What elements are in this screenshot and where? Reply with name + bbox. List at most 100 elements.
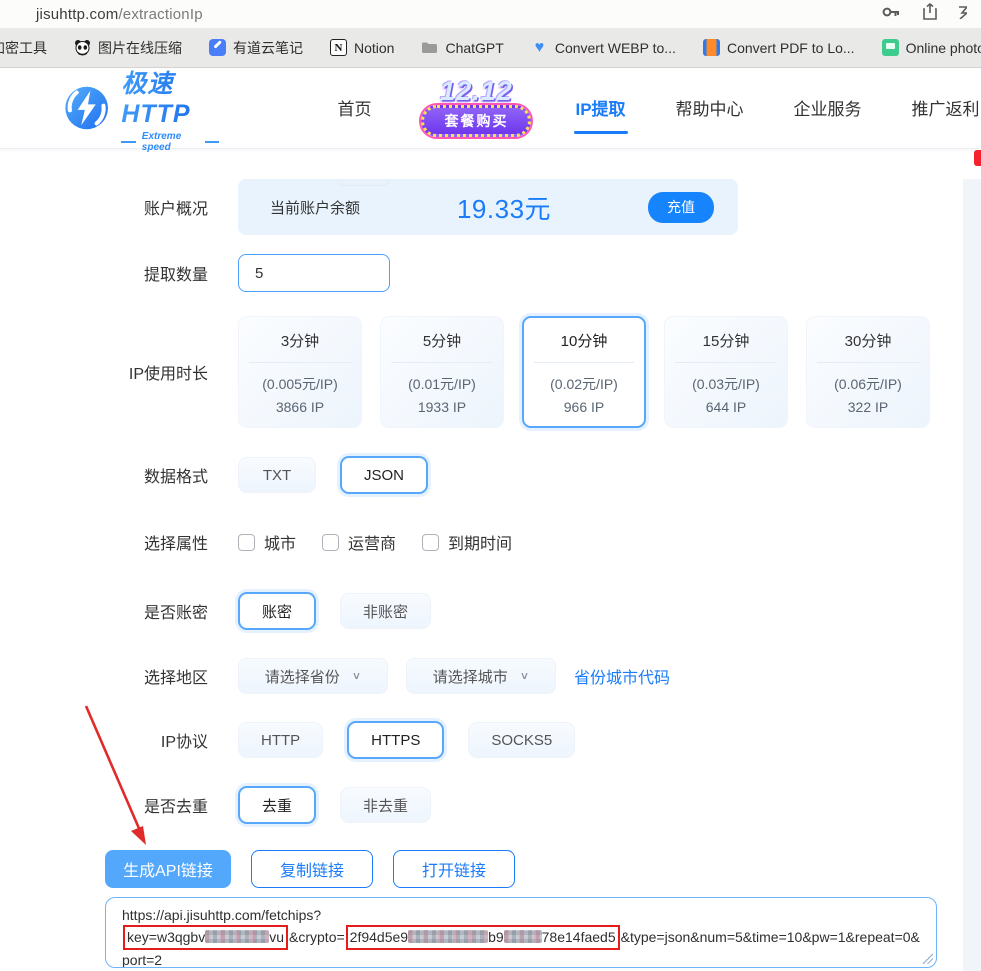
bookmark-label: ChatGPT bbox=[445, 39, 504, 56]
duration-option-10min-selected[interactable]: 10分钟 (0.02元/IP) 966 IP bbox=[522, 316, 646, 428]
format-option-json-selected[interactable]: JSON bbox=[340, 456, 429, 494]
nav-referral[interactable]: 推广返利 bbox=[912, 95, 980, 120]
bookmark-item[interactable]: N Notion bbox=[330, 39, 394, 56]
extraction-form: 账户概况 当前账户余额 19.33元 充值 提取数量 IP使用时长 3分钟 bbox=[0, 179, 981, 971]
bookmark-label: 有道云笔记 bbox=[233, 39, 303, 56]
attribute-checkbox-isp[interactable]: 运营商 bbox=[322, 530, 396, 554]
recharge-button[interactable]: 充值 bbox=[648, 191, 714, 223]
account-panel: 当前账户余额 19.33元 充值 bbox=[238, 179, 738, 235]
format-label: 数据格式 bbox=[143, 469, 208, 486]
balance-label: 当前账户余额 bbox=[270, 199, 361, 217]
province-city-code-link[interactable]: 省份城市代码 bbox=[574, 664, 670, 688]
pixelated-redaction bbox=[205, 930, 270, 944]
balance-value: 19.33元 bbox=[456, 193, 552, 224]
redacted-key-box: key=w3qgbv vu bbox=[123, 925, 289, 950]
dedupe-option-no[interactable]: 非去重 bbox=[340, 787, 432, 823]
url-host: jisuhttp.com bbox=[36, 5, 119, 23]
protocol-label: IP协议 bbox=[160, 734, 208, 751]
bookmark-label: 加密工具 bbox=[0, 39, 47, 56]
site-logo[interactable]: 极速HTTP Extreme speed bbox=[64, 64, 220, 153]
panda-icon bbox=[74, 39, 91, 56]
duration-option-5min[interactable]: 5分钟 (0.01元/IP) 1933 IP bbox=[380, 316, 504, 428]
redacted-crypto-box: 2f94d5e9 b9 78e14faed5 bbox=[345, 925, 620, 950]
attribute-checkbox-city[interactable]: 城市 bbox=[238, 530, 296, 554]
nav-home[interactable]: 首页 bbox=[337, 95, 371, 120]
api-url-line1: https://api.jisuhttp.com/fetchips? bbox=[122, 907, 322, 923]
protocol-option-http[interactable]: HTTP bbox=[238, 722, 324, 758]
duration-option-30min[interactable]: 30分钟 (0.06元/IP) 322 IP bbox=[806, 316, 930, 428]
bookmark-item[interactable]: 加密工具 bbox=[0, 38, 47, 58]
browser-url-bar[interactable]: jisuhttp.com/extractionIp bbox=[0, 0, 981, 28]
protocol-option-https-selected[interactable]: HTTPS bbox=[347, 721, 445, 759]
attributes-label: 选择属性 bbox=[143, 536, 208, 553]
bookmark-item[interactable]: Convert PDF to Lo... bbox=[702, 39, 855, 56]
format-option-txt[interactable]: TXT bbox=[238, 457, 316, 493]
key-icon[interactable] bbox=[882, 5, 901, 23]
bookmark-item[interactable]: 有道云笔记 bbox=[209, 38, 303, 58]
auth-label: 是否账密 bbox=[143, 605, 208, 622]
url-text[interactable]: jisuhttp.com/extractionIp bbox=[36, 6, 203, 23]
copy-link-button[interactable]: 复制链接 bbox=[251, 850, 373, 888]
open-link-button[interactable]: 打开链接 bbox=[393, 850, 515, 888]
pixelated-redaction bbox=[408, 930, 489, 944]
resize-handle-icon[interactable] bbox=[922, 953, 933, 964]
duration-option-15min[interactable]: 15分钟 (0.03元/IP) 644 IP bbox=[664, 316, 788, 428]
quantity-label: 提取数量 bbox=[143, 267, 208, 284]
nav-ip-extract[interactable]: IP提取 bbox=[575, 95, 625, 120]
pixelated-redaction bbox=[503, 930, 542, 944]
chevron-down-icon: ∨ bbox=[351, 669, 362, 682]
main-nav: 首页 12.12 套餐购买 IP提取 帮助中心 企业服务 推广返利 bbox=[337, 75, 981, 140]
bookmark-label: 图片在线压缩 bbox=[98, 39, 182, 56]
photo-icon bbox=[881, 39, 899, 56]
share-icon[interactable] bbox=[923, 2, 937, 25]
generate-api-link-button[interactable]: 生成API链接 bbox=[105, 850, 231, 888]
url-path: /extractionIp bbox=[118, 5, 203, 23]
bookmarks-bar: 加密工具 图片在线压缩 有道云笔记 N Notion ChatGPT ♥ Con… bbox=[0, 28, 981, 68]
folder-icon bbox=[421, 39, 438, 56]
pdf-icon bbox=[702, 39, 720, 56]
bookmark-item[interactable]: ChatGPT bbox=[421, 39, 504, 56]
attribute-checkbox-expiry[interactable]: 到期时间 bbox=[422, 530, 512, 554]
nav-help-center[interactable]: 帮助中心 bbox=[676, 95, 744, 120]
region-label: 选择地区 bbox=[143, 670, 208, 687]
page: jisuhttp.com/extractionIp 加密工具 图片在线压缩 有道… bbox=[0, 0, 981, 971]
extension-icon-partial[interactable] bbox=[959, 5, 970, 24]
api-url-line3: port=2 bbox=[122, 951, 163, 968]
cutoff-element bbox=[337, 179, 390, 186]
promo-1212-text: 12.12 bbox=[440, 75, 513, 106]
account-label: 账户概况 bbox=[143, 201, 208, 218]
bookmark-label: Notion bbox=[354, 39, 395, 56]
bookmark-item[interactable]: 图片在线压缩 bbox=[74, 38, 182, 58]
bookmark-item[interactable]: ♥ Convert WEBP to... bbox=[531, 39, 676, 56]
nav-enterprise[interactable]: 企业服务 bbox=[794, 95, 862, 120]
bookmark-label: Convert PDF to Lo... bbox=[726, 39, 855, 56]
heart-icon: ♥ bbox=[534, 38, 545, 56]
checkbox-icon bbox=[238, 533, 255, 551]
promo-pill-text: 套餐购买 bbox=[419, 103, 534, 140]
bookmark-label: Convert WEBP to... bbox=[554, 39, 676, 56]
province-select[interactable]: 请选择省份 ∨ bbox=[238, 658, 388, 694]
notion-icon: N bbox=[330, 39, 347, 56]
site-header: 极速HTTP Extreme speed 首页 12.12 套餐购买 IP提取 … bbox=[0, 68, 981, 166]
nav-red-badge bbox=[974, 150, 981, 166]
duration-label: IP使用时长 bbox=[128, 366, 208, 383]
protocol-option-socks5[interactable]: SOCKS5 bbox=[468, 722, 576, 758]
pen-icon bbox=[209, 39, 226, 56]
duration-option-3min[interactable]: 3分钟 (0.005元/IP) 3866 IP bbox=[238, 316, 362, 428]
dedupe-option-yes-selected[interactable]: 去重 bbox=[238, 786, 317, 824]
city-select[interactable]: 请选择城市 ∨ bbox=[406, 658, 556, 694]
api-url-textarea[interactable]: https://api.jisuhttp.com/fetchips? key=w… bbox=[105, 897, 937, 968]
lightning-logo-icon bbox=[65, 86, 108, 130]
checkbox-icon bbox=[322, 533, 340, 551]
dedupe-label: 是否去重 bbox=[143, 799, 208, 816]
quantity-input[interactable] bbox=[238, 254, 390, 292]
logo-title: 极速HTTP bbox=[121, 64, 219, 129]
bookmark-label: Online photo meta... bbox=[905, 39, 981, 56]
checkbox-icon bbox=[422, 533, 440, 551]
auth-option-credential-selected[interactable]: 账密 bbox=[238, 592, 317, 630]
promo-banner[interactable]: 12.12 套餐购买 bbox=[419, 75, 534, 140]
auth-option-no-credential[interactable]: 非账密 bbox=[340, 593, 432, 629]
bookmark-item[interactable]: Online photo meta... bbox=[881, 39, 981, 56]
api-url-line2: key=w3qgbv vu &crypto= 2f94d5e9 b9 78e14faed5… bbox=[122, 925, 920, 950]
right-gutter bbox=[963, 179, 981, 971]
